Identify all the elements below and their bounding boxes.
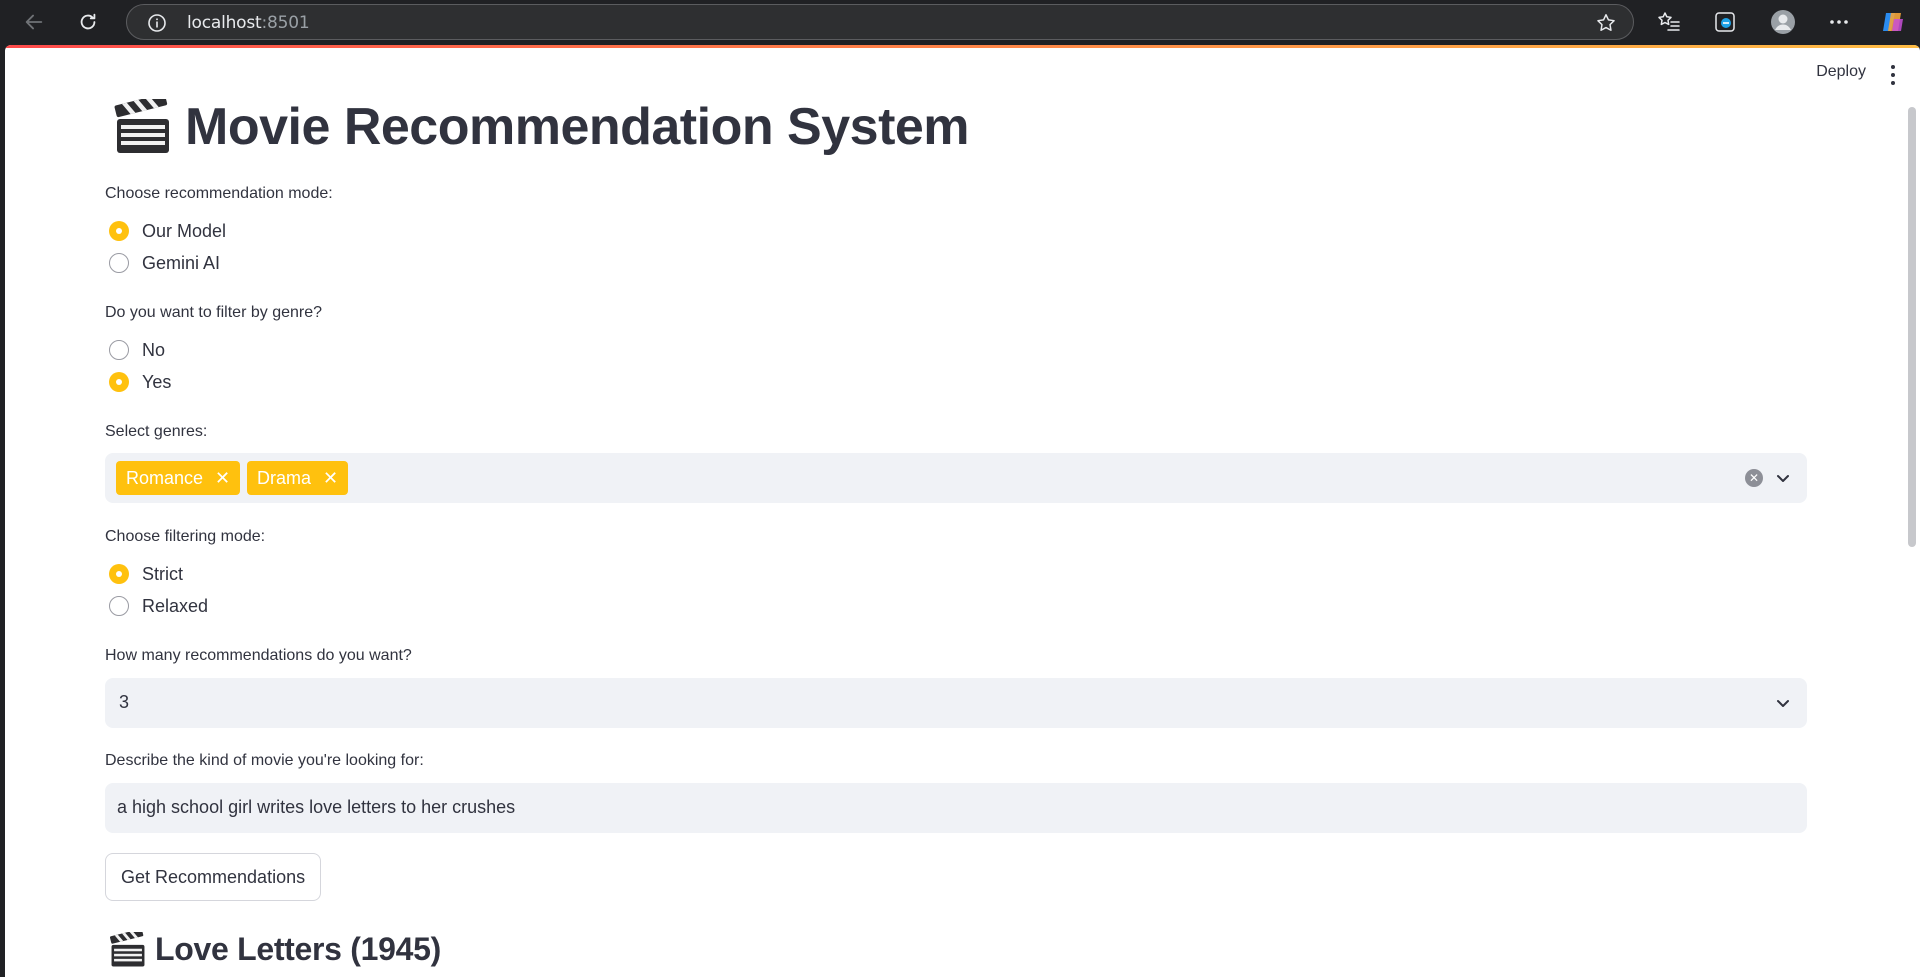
radio-label: Gemini AI xyxy=(142,252,221,273)
count-value: 3 xyxy=(119,692,130,712)
profile-avatar-icon[interactable] xyxy=(1770,9,1796,35)
favorites-list-icon[interactable] xyxy=(1656,9,1682,35)
info-icon[interactable] xyxy=(147,13,167,33)
radio-label: Strict xyxy=(142,563,184,584)
url-port: :8501 xyxy=(261,13,310,33)
chevron-down-icon[interactable] xyxy=(1775,470,1791,486)
radio-option-our-model[interactable]: Our Model xyxy=(109,219,226,243)
genre-chip[interactable]: Drama ✕ xyxy=(247,461,349,495)
browser-essentials-icon[interactable] xyxy=(1712,9,1738,35)
clear-all-icon[interactable]: ✕ xyxy=(1745,469,1763,487)
radio-option-no[interactable]: No xyxy=(109,338,165,362)
back-arrow-icon xyxy=(25,14,43,30)
radio-option-strict[interactable]: Strict xyxy=(109,562,183,586)
genre-chip-label: Romance xyxy=(126,467,204,488)
main-menu-icon[interactable] xyxy=(1886,65,1900,85)
url-host: localhost xyxy=(187,13,262,33)
address-bar[interactable]: localhost:8501 xyxy=(126,4,1634,40)
radio-checked-icon[interactable] xyxy=(109,221,129,241)
result-title: Love Letters (1945) xyxy=(155,931,441,967)
radio-option-gemini-ai[interactable]: Gemini AI xyxy=(109,251,220,275)
radio-unchecked-icon[interactable] xyxy=(109,596,129,616)
browser-toolbar: localhost:8501 xyxy=(0,0,1920,44)
scrollbar[interactable] xyxy=(1908,107,1916,547)
count-label: How many recommendations do you want? xyxy=(105,647,412,664)
result-heading: Love Letters (1945) xyxy=(109,931,441,968)
radio-label: Yes xyxy=(142,371,172,392)
copilot-icon[interactable] xyxy=(1880,9,1906,35)
remove-chip-icon[interactable]: ✕ xyxy=(323,468,338,489)
description-input[interactable]: a high school girl writes love letters t… xyxy=(105,783,1807,833)
favorite-star-icon[interactable] xyxy=(1595,12,1617,34)
decoration-bar xyxy=(5,45,1920,48)
get-recommendations-button[interactable]: Get Recommendations xyxy=(105,853,322,901)
page-header: Movie Recommendation System xyxy=(113,97,970,157)
clapper-board-icon xyxy=(114,99,169,153)
radio-label: No xyxy=(142,339,166,360)
more-options-icon[interactable] xyxy=(1826,9,1852,35)
deploy-button[interactable]: Deploy xyxy=(1816,63,1866,81)
radio-label: Relaxed xyxy=(142,595,209,616)
radio-option-yes[interactable]: Yes xyxy=(109,370,171,394)
genre-filter-label: Do you want to filter by genre? xyxy=(105,304,323,321)
filtering-mode-label: Choose filtering mode: xyxy=(105,528,266,545)
genre-chip-label: Drama xyxy=(257,467,312,488)
url-text: localhost:8501 xyxy=(187,13,310,33)
radio-unchecked-icon[interactable] xyxy=(109,340,129,360)
reload-button[interactable] xyxy=(72,6,104,38)
back-button[interactable] xyxy=(18,6,50,38)
remove-chip-icon[interactable]: ✕ xyxy=(215,468,230,489)
radio-label: Our Model xyxy=(142,220,227,241)
radio-option-relaxed[interactable]: Relaxed xyxy=(109,594,208,618)
description-value: a high school girl writes love letters t… xyxy=(117,797,516,817)
count-select[interactable]: 3 xyxy=(105,678,1807,728)
radio-unchecked-icon[interactable] xyxy=(109,253,129,273)
app-viewport: Deploy Movie Recommendation System Choos… xyxy=(5,45,1920,977)
description-label: Describe the kind of movie you're lookin… xyxy=(105,752,424,769)
page-title: Movie Recommendation System xyxy=(185,98,970,156)
reload-icon xyxy=(80,13,96,30)
genre-chip[interactable]: Romance ✕ xyxy=(116,461,241,495)
genres-label: Select genres: xyxy=(105,423,208,440)
radio-checked-icon[interactable] xyxy=(109,564,129,584)
mode-label: Choose recommendation mode: xyxy=(105,185,333,202)
clapper-board-icon xyxy=(110,931,145,966)
chevron-down-icon[interactable] xyxy=(1775,695,1791,711)
radio-checked-icon[interactable] xyxy=(109,372,129,392)
genres-multiselect[interactable]: Romance ✕ Drama ✕ ✕ xyxy=(105,453,1807,503)
